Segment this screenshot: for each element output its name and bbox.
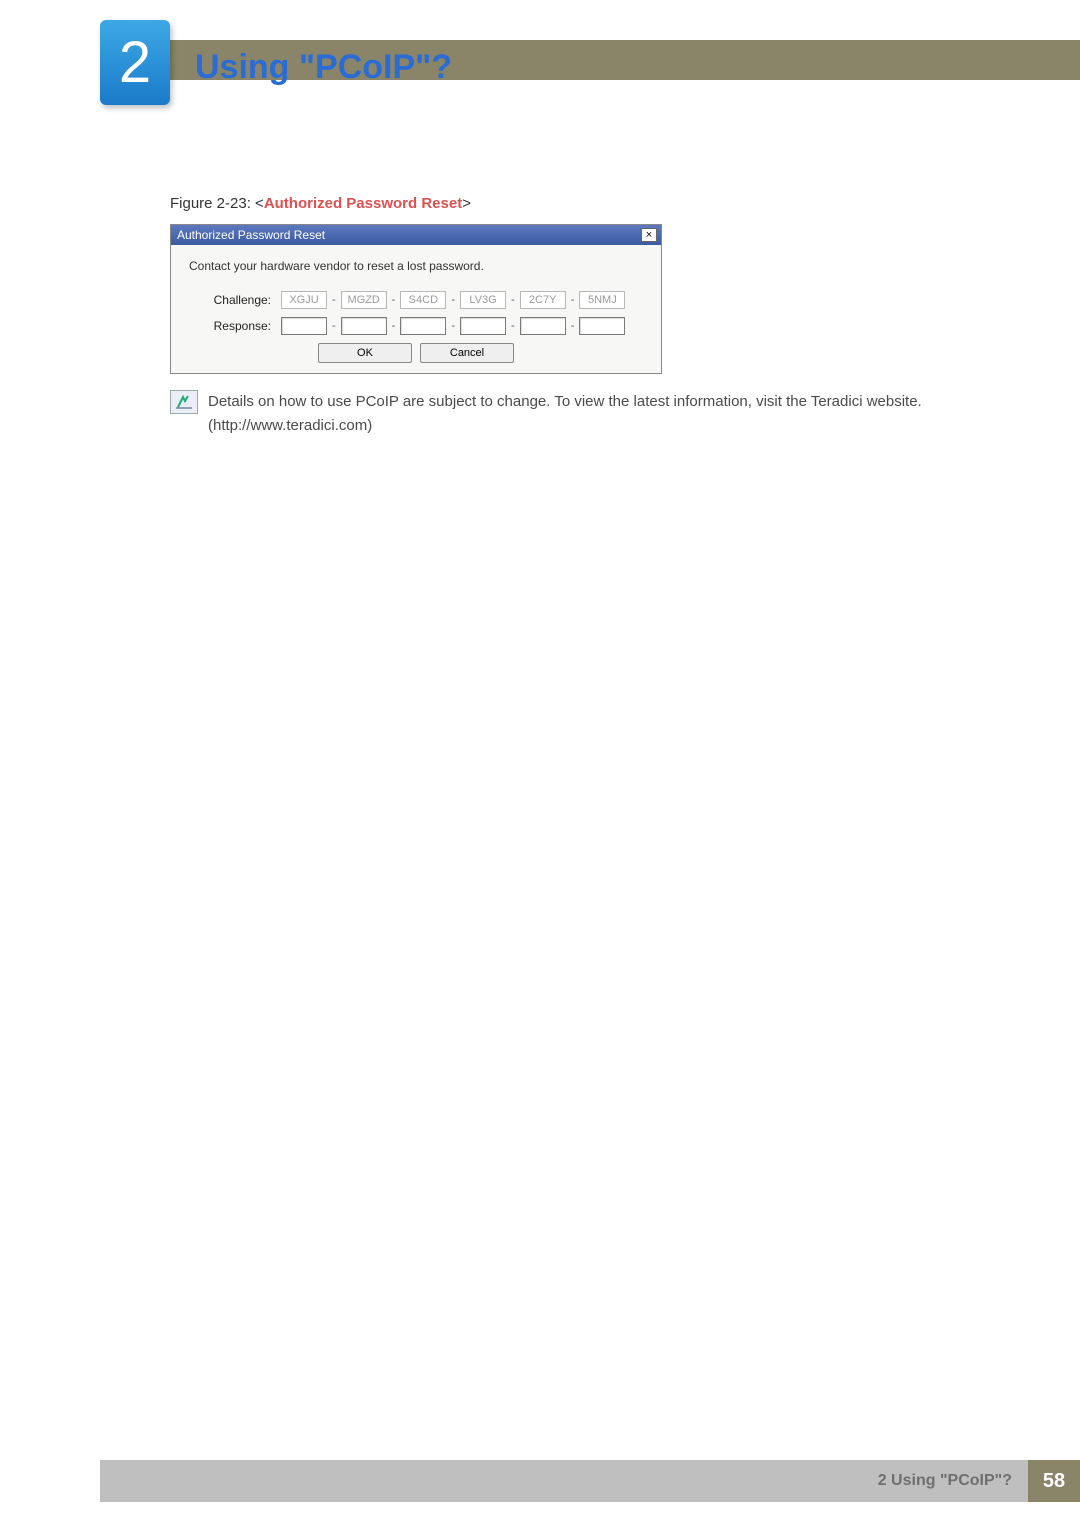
dash: -: [451, 320, 455, 332]
dialog-authorized-password-reset: Authorized Password Reset × Contact your…: [170, 224, 662, 374]
challenge-code-4: LV3G: [460, 291, 506, 309]
note-icon: [170, 390, 198, 414]
close-icon: ×: [646, 230, 652, 241]
response-input-1[interactable]: [281, 317, 327, 335]
dialog-buttons: OK Cancel: [189, 343, 643, 363]
dialog-titlebar: Authorized Password Reset ×: [171, 225, 661, 245]
challenge-code-3: S4CD: [400, 291, 446, 309]
response-input-4[interactable]: [460, 317, 506, 335]
response-input-5[interactable]: [520, 317, 566, 335]
response-row: Response: - - - - -: [189, 317, 643, 335]
dash: -: [511, 294, 515, 306]
footer-text: 2 Using "PCoIP"?: [862, 1460, 1028, 1502]
response-input-3[interactable]: [400, 317, 446, 335]
figure-prefix: Figure 2-23: <: [170, 195, 264, 212]
cancel-button[interactable]: Cancel: [420, 343, 514, 363]
dialog-body: Contact your hardware vendor to reset a …: [171, 245, 661, 373]
chapter-number: 2: [119, 29, 151, 96]
dash: -: [571, 294, 575, 306]
challenge-code-2: MGZD: [341, 291, 387, 309]
challenge-code-6: 5NMJ: [579, 291, 625, 309]
page: 2 Using "PCoIP"? Figure 2-23: <Authorize…: [0, 0, 1080, 1527]
dash: -: [571, 320, 575, 332]
note-row: Details on how to use PCoIP are subject …: [170, 390, 1040, 438]
footer-band: 2 Using "PCoIP"? 58: [100, 1460, 1080, 1502]
figure-caption: Figure 2-23: <Authorized Password Reset>: [170, 195, 471, 212]
chapter-title: Using "PCoIP"?: [195, 48, 452, 87]
response-input-6[interactable]: [579, 317, 625, 335]
close-button[interactable]: ×: [641, 228, 657, 242]
figure-title: Authorized Password Reset: [264, 195, 462, 212]
note-text: Details on how to use PCoIP are subject …: [208, 390, 1038, 438]
chapter-badge: 2: [100, 20, 170, 105]
dialog-title: Authorized Password Reset: [177, 228, 325, 242]
footer-page: 58: [1028, 1460, 1080, 1502]
dialog-message: Contact your hardware vendor to reset a …: [189, 259, 643, 273]
figure-suffix: >: [462, 195, 471, 212]
ok-button[interactable]: OK: [318, 343, 412, 363]
challenge-row: Challenge: XGJU - MGZD - S4CD - LV3G - 2…: [189, 291, 643, 309]
dash: -: [511, 320, 515, 332]
dash: -: [332, 294, 336, 306]
challenge-code-5: 2C7Y: [520, 291, 566, 309]
dash: -: [392, 294, 396, 306]
dash: -: [451, 294, 455, 306]
dash: -: [332, 320, 336, 332]
challenge-label: Challenge:: [189, 293, 271, 307]
response-label: Response:: [189, 319, 271, 333]
dash: -: [392, 320, 396, 332]
challenge-code-1: XGJU: [281, 291, 327, 309]
response-input-2[interactable]: [341, 317, 387, 335]
